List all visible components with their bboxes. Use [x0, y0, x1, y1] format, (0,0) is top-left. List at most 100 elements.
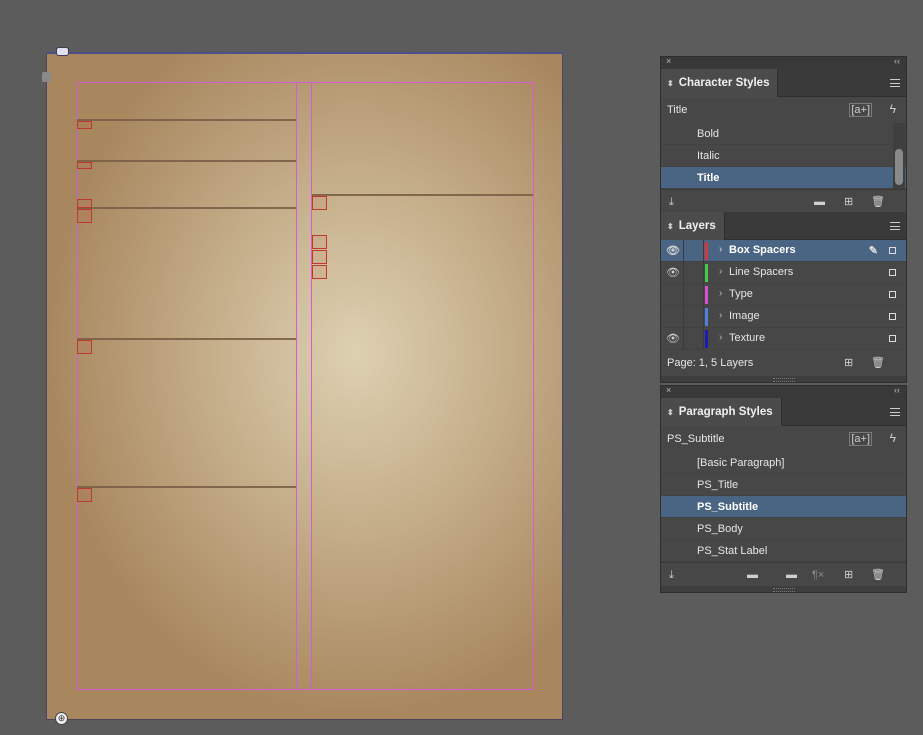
add-style-icon[interactable]: ⊞ [844, 569, 853, 581]
box-spacer[interactable] [312, 235, 327, 249]
layer-row-image[interactable]: › Image [661, 306, 906, 328]
panel-menu-icon[interactable] [890, 222, 900, 230]
divider [703, 306, 704, 328]
style-item-ps-stat-label[interactable]: PS_Stat Label [661, 540, 906, 562]
style-item-label: PS_Body [697, 522, 743, 535]
line-spacer[interactable] [77, 119, 296, 121]
trash-icon[interactable]: 🗑 [871, 357, 885, 369]
folder-icon[interactable]: ▬ [814, 196, 825, 208]
style-item-ps-subtitle[interactable]: PS_Subtitle [661, 496, 906, 518]
chevron-right-icon[interactable]: › [719, 244, 722, 255]
tab-paragraph-styles[interactable]: ⬍ Paragraph Styles [661, 398, 782, 426]
collapse-icon[interactable]: ‹‹ [894, 385, 900, 395]
layer-name: Type [729, 288, 753, 300]
panel-tabbar: ⬍ Layers [661, 212, 906, 240]
clear-overrides-icon[interactable]: ¶× [812, 569, 824, 581]
tab-character-styles[interactable]: ⬍ Character Styles [661, 69, 779, 97]
folder-icon[interactable]: ▬ [786, 569, 797, 581]
document-page[interactable] [46, 52, 563, 720]
box-spacer[interactable] [312, 265, 327, 279]
trash-icon[interactable]: 🗑 [871, 196, 885, 208]
layer-row-texture[interactable]: 👁 › Texture [661, 328, 906, 350]
layer-color-chip [705, 264, 708, 282]
panel-topbar: × ‹‹ [661, 56, 906, 69]
resize-grip[interactable] [661, 376, 906, 382]
style-item-italic[interactable]: Italic [661, 145, 906, 167]
tab-arrows-icon: ⬍ [667, 78, 674, 88]
layer-color-chip [705, 330, 708, 348]
add-layer-icon[interactable]: ⊞ [844, 357, 853, 369]
tab-layers[interactable]: ⬍ Layers [661, 212, 725, 240]
divider [683, 240, 684, 262]
lock-icon[interactable] [42, 72, 51, 82]
frame-anchor-icon[interactable]: ⊕ [55, 712, 68, 725]
layer-select-square[interactable] [889, 247, 896, 254]
page-layer-count: Page: 1, 5 Layers [667, 357, 754, 369]
layer-select-square[interactable] [889, 313, 896, 320]
style-item-basic-paragraph[interactable]: [Basic Paragraph] [661, 452, 906, 474]
divider [683, 328, 684, 350]
box-spacer[interactable] [312, 196, 327, 210]
box-spacer[interactable] [312, 250, 327, 264]
line-spacer[interactable] [77, 338, 296, 340]
layer-row-type[interactable]: › Type [661, 284, 906, 306]
new-style-icon[interactable]: [a+] [849, 432, 872, 446]
quick-apply-icon[interactable]: ϟ [890, 102, 896, 116]
resize-grip[interactable] [661, 586, 906, 592]
layer-name: Texture [729, 332, 766, 344]
chevron-right-icon[interactable]: › [719, 332, 722, 343]
style-item-label: Italic [697, 149, 720, 162]
box-spacer[interactable] [77, 199, 92, 208]
box-spacer[interactable] [77, 121, 92, 129]
column-guide-left [296, 82, 297, 690]
chevron-right-icon[interactable]: › [719, 266, 722, 277]
eye-icon[interactable]: 👁 [666, 332, 680, 345]
line-spacer[interactable] [77, 207, 296, 209]
panel-menu-icon[interactable] [890, 408, 900, 416]
style-item-bold[interactable]: Bold [661, 123, 906, 145]
line-spacer[interactable] [77, 486, 296, 488]
tab-label: Layers [678, 220, 716, 232]
panel-menu-icon[interactable] [890, 79, 900, 87]
trash-icon[interactable]: 🗑 [871, 569, 885, 581]
box-spacer[interactable] [77, 340, 92, 354]
tab-arrows-icon: ⬍ [667, 221, 674, 231]
style-item-ps-title[interactable]: PS_Title [661, 474, 906, 496]
layer-select-square[interactable] [889, 269, 896, 276]
line-spacer[interactable] [77, 160, 296, 162]
collapse-icon[interactable]: ‹‹ [894, 56, 900, 66]
chevron-right-icon[interactable]: › [719, 288, 722, 299]
add-style-icon[interactable]: ⊞ [844, 196, 853, 208]
eye-icon[interactable]: 👁 [666, 244, 680, 257]
load-styles-icon[interactable]: ⤓ [669, 569, 674, 581]
frame-handle-icon[interactable] [56, 47, 69, 56]
layer-select-square[interactable] [889, 291, 896, 298]
folder-add-icon[interactable]: ▬ [747, 569, 758, 581]
panel-topbar: × ‹‹ [661, 385, 906, 398]
scrollbar[interactable] [893, 123, 905, 189]
quick-apply-icon[interactable]: ϟ [890, 431, 896, 445]
eye-icon[interactable]: 👁 [666, 266, 680, 279]
pen-icon: ✎ [868, 245, 878, 257]
character-styles-panel: × ‹‹ ⬍ Character Styles Title [a+] ϟ Bol… [660, 56, 907, 214]
style-item-ps-body[interactable]: PS_Body [661, 518, 906, 540]
box-spacer[interactable] [77, 162, 92, 169]
divider [703, 262, 704, 284]
style-item-title[interactable]: Title [661, 167, 906, 189]
load-styles-icon[interactable]: ⤓ [669, 196, 674, 208]
close-icon[interactable]: × [666, 56, 671, 66]
panel-tabbar: ⬍ Paragraph Styles [661, 398, 906, 426]
layer-row-line-spacers[interactable]: 👁 › Line Spacers [661, 262, 906, 284]
box-spacer[interactable] [77, 488, 92, 502]
close-icon[interactable]: × [666, 385, 671, 395]
box-spacer[interactable] [77, 209, 92, 223]
panel-footer: ⤓ ▬ ▬ ¶× ⊞ 🗑 [661, 562, 906, 586]
line-spacer[interactable] [312, 194, 533, 196]
layer-select-square[interactable] [889, 335, 896, 342]
new-style-icon[interactable]: [a+] [849, 103, 872, 117]
layer-row-box-spacers[interactable]: 👁 › Box Spacers ✎ [661, 240, 906, 262]
style-item-label: [Basic Paragraph] [697, 456, 785, 469]
chevron-right-icon[interactable]: › [719, 310, 722, 321]
scroll-thumb[interactable] [895, 149, 903, 185]
margin-guide [77, 82, 534, 690]
